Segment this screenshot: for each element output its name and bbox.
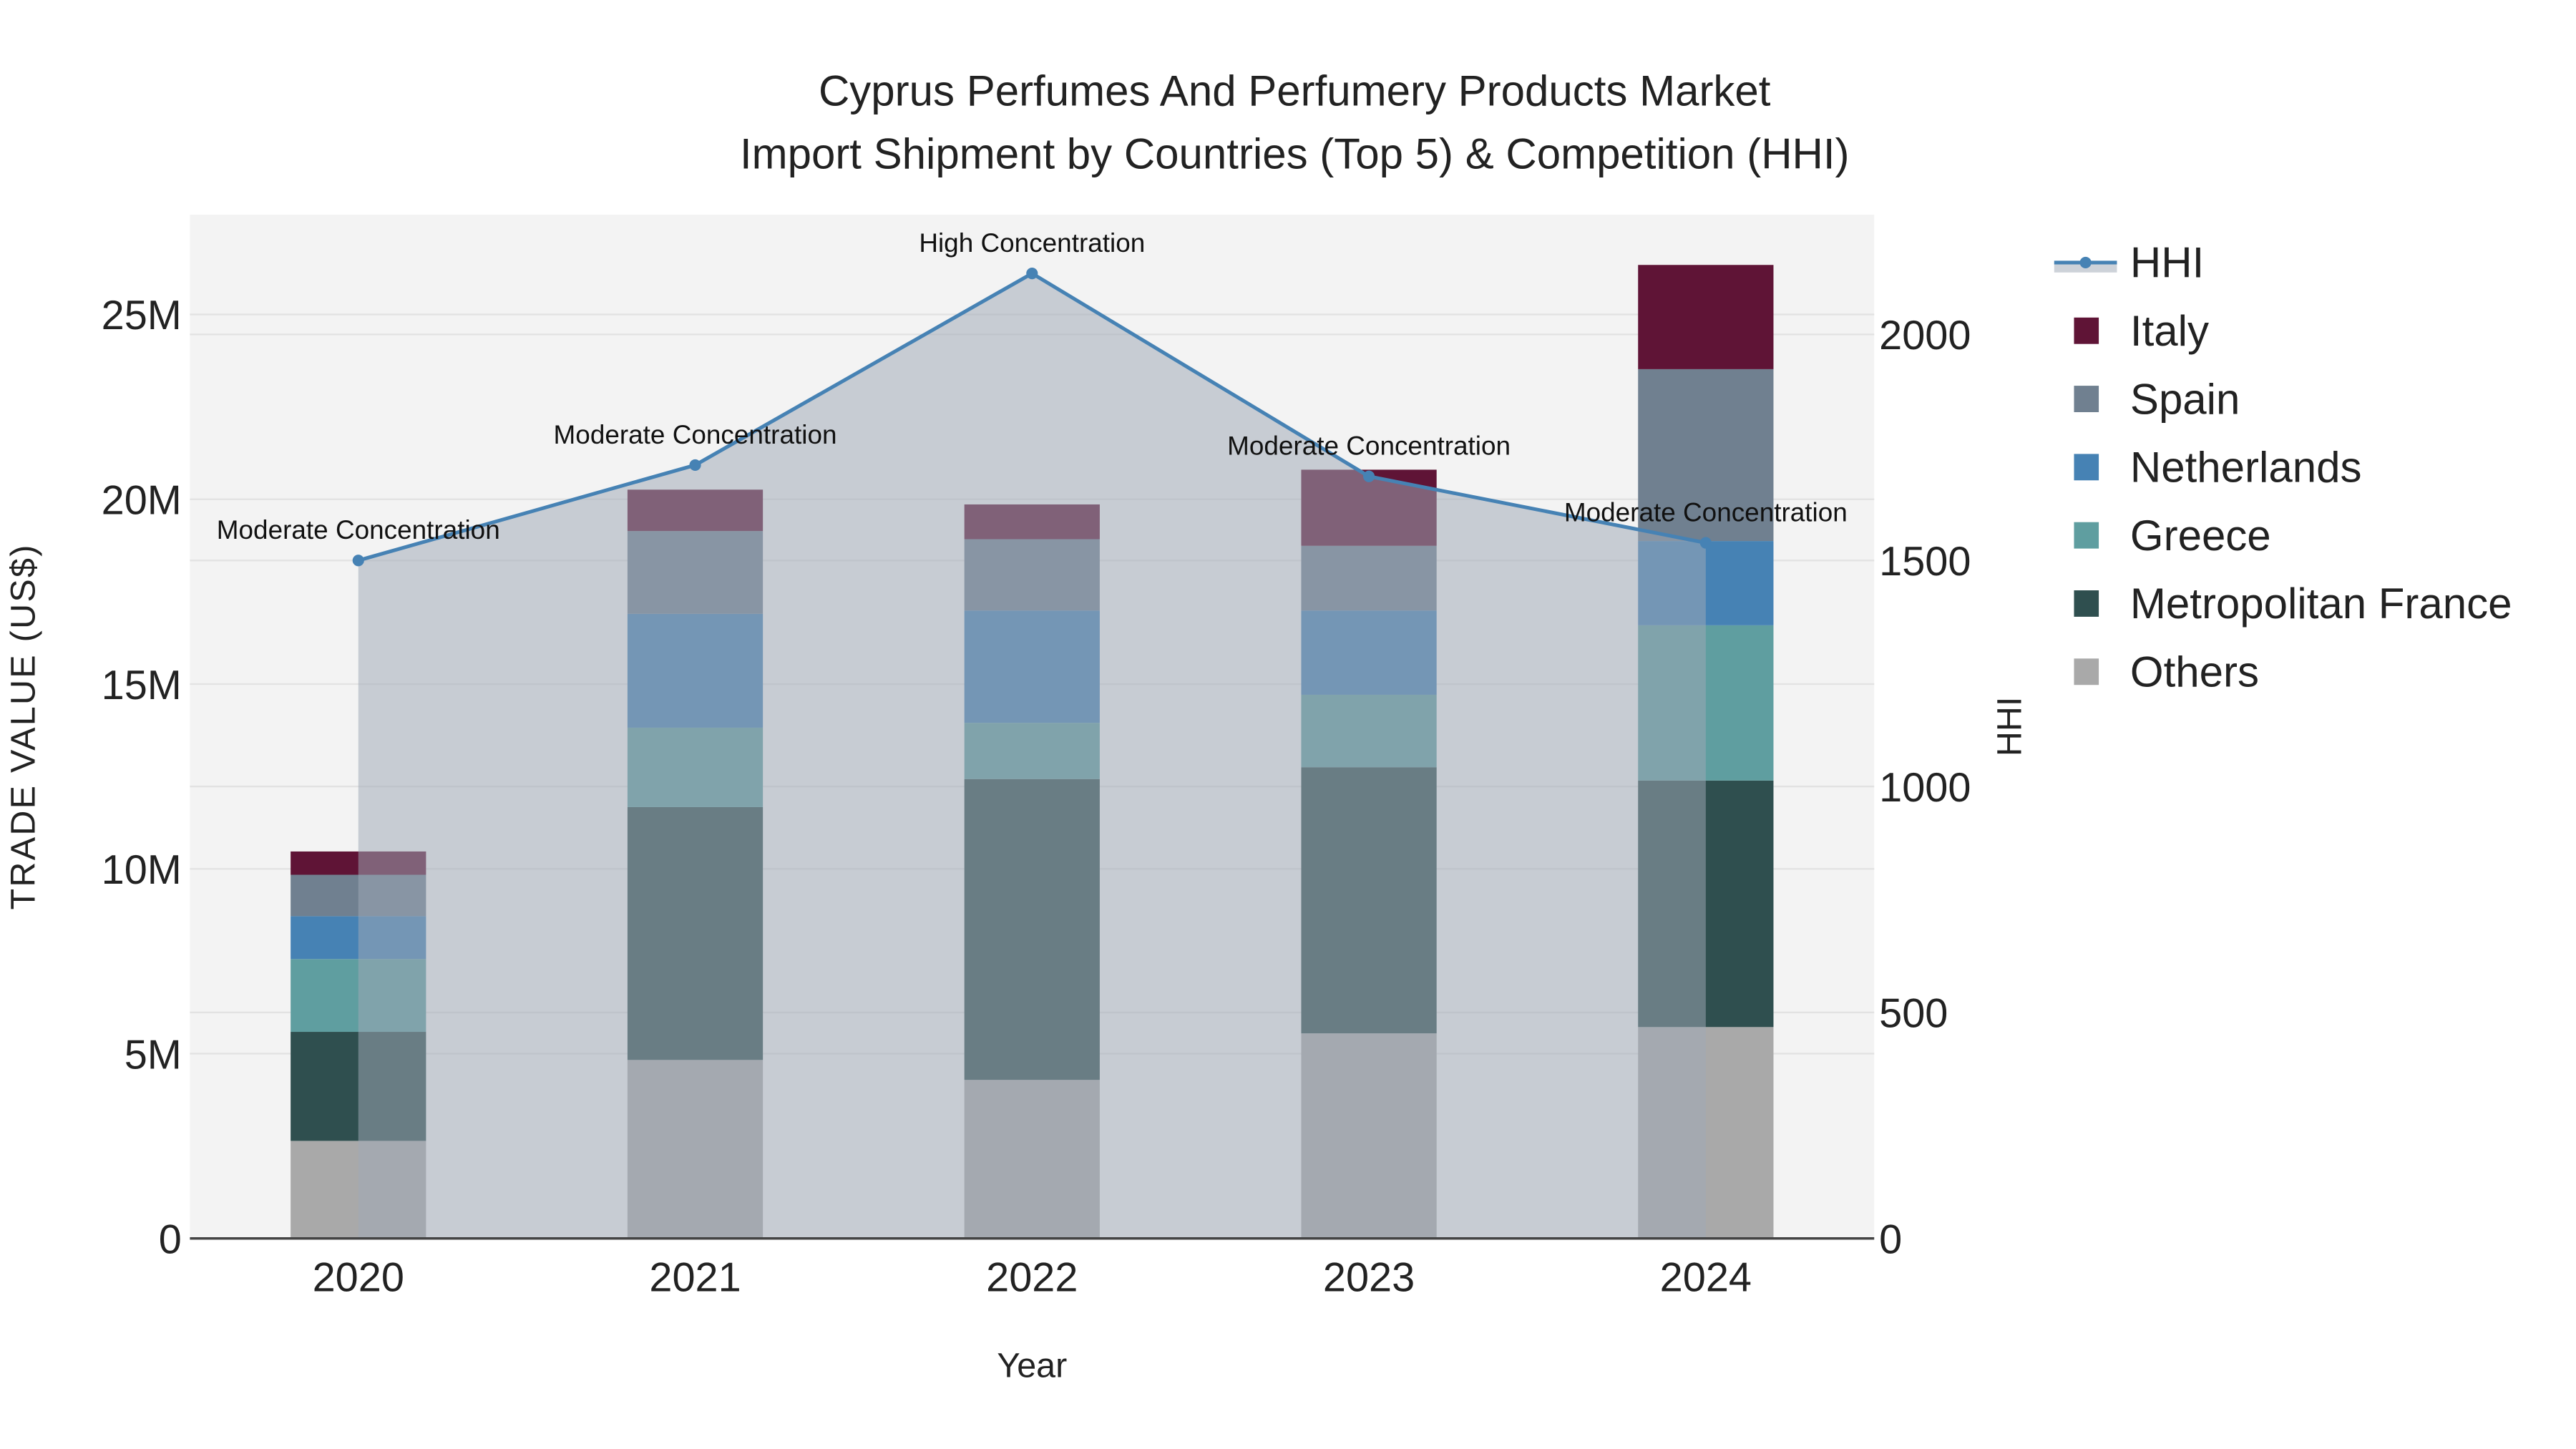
y2-tick-label: 1000	[1879, 765, 1971, 811]
legend: HHI Italy Spain Netherlands Greece Metropolit…	[2054, 239, 2512, 696]
y-axis-ticks: 0 5M 10M 15M 20M 25M	[102, 293, 182, 1262]
x-tick-label: 2023	[1323, 1255, 1415, 1301]
legend-swatch	[2074, 522, 2099, 549]
hhi-annotation: Moderate Concentration	[1564, 498, 1848, 527]
chart-title: Cyprus Perfumes And Perfumery Products M…	[819, 67, 1771, 115]
legend-item-spain[interactable]: Spain	[2074, 375, 2240, 423]
hhi-point-2021	[689, 459, 701, 472]
y2-tick-label: 0	[1879, 1217, 1902, 1263]
y-axis-label: TRADE VALUE (US$)	[4, 543, 42, 909]
legend-swatch	[2074, 590, 2099, 617]
legend-item-metropolitan-france[interactable]: Metropolitan France	[2074, 580, 2512, 628]
legend-swatch-marker	[2079, 256, 2092, 268]
legend-label: Metropolitan France	[2130, 580, 2512, 628]
hhi-point-2023	[1363, 470, 1375, 482]
hhi-point-2024	[1699, 537, 1712, 549]
y-tick-label: 20M	[102, 477, 182, 523]
hhi-point-2022	[1026, 268, 1038, 280]
y2-tick-label: 500	[1879, 991, 1948, 1037]
x-tick-label: 2024	[1660, 1255, 1752, 1301]
hhi-annotation: Moderate Concentration	[1227, 431, 1511, 461]
legend-swatch	[2074, 386, 2099, 412]
x-tick-label: 2022	[986, 1255, 1078, 1301]
legend-item-hhi[interactable]: HHI	[2054, 239, 2204, 287]
legend-swatch	[2074, 454, 2099, 481]
hhi-annotation: Moderate Concentration	[554, 420, 837, 449]
y-tick-label: 0	[159, 1217, 182, 1263]
x-tick-label: 2021	[649, 1255, 741, 1301]
chart: Cyprus Perfumes And Perfumery Products M…	[4, 67, 2512, 1385]
y-tick-label: 5M	[125, 1032, 182, 1078]
x-axis-label: Year	[997, 1347, 1067, 1385]
legend-label: Greece	[2130, 512, 2271, 560]
y-tick-label: 10M	[102, 847, 182, 893]
legend-label: Italy	[2130, 307, 2209, 355]
legend-swatch	[2074, 317, 2099, 344]
y2-axis-ticks: 0 500 1000 1500 2000	[1879, 313, 1971, 1262]
legend-label: HHI	[2130, 239, 2204, 287]
legend-label: Spain	[2130, 375, 2240, 423]
y-tick-label: 15M	[102, 663, 182, 708]
x-tick-label: 2020	[313, 1255, 404, 1301]
y2-tick-label: 2000	[1879, 313, 1971, 358]
legend-label: Others	[2130, 648, 2259, 696]
y-tick-label: 25M	[102, 293, 182, 338]
legend-item-greece[interactable]: Greece	[2074, 512, 2271, 560]
y2-tick-label: 1500	[1879, 539, 1971, 585]
legend-item-others[interactable]: Others	[2074, 648, 2259, 696]
hhi-point-2020	[352, 555, 364, 567]
legend-item-netherlands[interactable]: Netherlands	[2074, 444, 2361, 492]
y2-axis-label: HHI	[1991, 697, 2029, 756]
legend-item-italy[interactable]: Italy	[2074, 307, 2209, 355]
hhi-annotation: High Concentration	[919, 228, 1145, 258]
chart-subtitle: Import Shipment by Countries (Top 5) & C…	[740, 130, 1850, 177]
hhi-annotation: Moderate Concentration	[217, 515, 500, 545]
legend-label: Netherlands	[2130, 444, 2362, 492]
x-axis-ticks: 2020 2021 2022 2023 2024	[313, 1255, 1752, 1301]
bar-italy-2024	[1638, 265, 1774, 369]
legend-swatch	[2074, 658, 2099, 686]
